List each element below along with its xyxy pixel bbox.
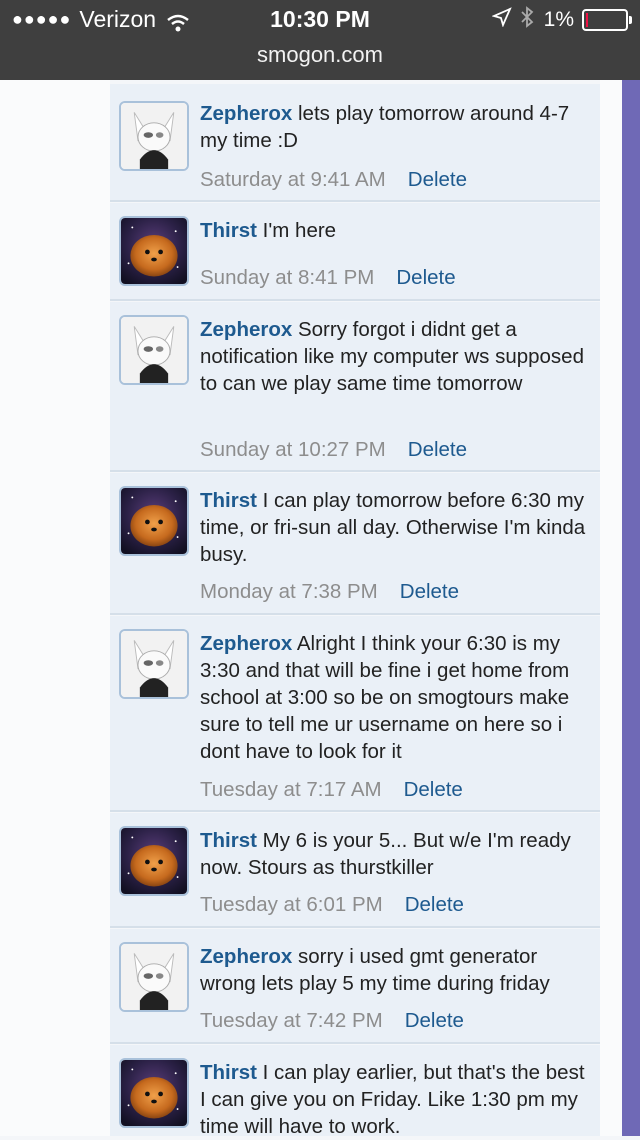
carrier-group: ●●●●● Verizon xyxy=(12,6,190,33)
post-time: Tuesday at 7:17 AM xyxy=(200,778,382,801)
post-time: Monday at 7:38 PM xyxy=(200,580,378,603)
post-meta: Saturday at 9:41 AM Delete xyxy=(200,168,467,192)
username-link[interactable]: Zepherox xyxy=(200,632,292,655)
post-time: Tuesday at 7:42 PM xyxy=(200,1009,383,1032)
post-meta: Tuesday at 7:17 AM Delete xyxy=(200,778,463,802)
page-margin-right xyxy=(600,80,622,1136)
battery-icon xyxy=(582,9,632,31)
wifi-icon xyxy=(166,11,190,31)
username-link[interactable]: Zepherox xyxy=(200,945,292,968)
profile-post: Thirst I can play earlier, but that's th… xyxy=(110,1045,600,1138)
profile-post: Zepherox sorry i used gmt generator wron… xyxy=(110,929,600,1044)
status-bar: ●●●●● Verizon 10:30 PM 1% smogon.com xyxy=(0,0,640,80)
username-link[interactable]: Thirst xyxy=(200,1061,257,1084)
post-time: Sunday at 10:27 PM xyxy=(200,438,386,461)
post-meta: Sunday at 10:27 PM Delete xyxy=(200,438,467,462)
delete-link[interactable]: Delete xyxy=(408,438,467,461)
delete-link[interactable]: Delete xyxy=(404,778,463,801)
location-arrow-icon xyxy=(490,7,512,33)
post-body: Zepherox Sorry forgot i didnt get a noti… xyxy=(200,316,595,397)
username-link[interactable]: Thirst xyxy=(200,489,257,512)
post-body: Thirst I'm here xyxy=(200,217,595,244)
post-time: Saturday at 9:41 AM xyxy=(200,168,386,191)
delete-link[interactable]: Delete xyxy=(408,168,467,191)
profile-post: Zepherox Alright I think your 6:30 is my… xyxy=(110,616,600,812)
cat-avatar-icon[interactable] xyxy=(119,315,189,385)
delete-link[interactable]: Delete xyxy=(405,893,464,916)
delete-link[interactable]: Delete xyxy=(396,266,455,289)
battery-percent: 1% xyxy=(543,8,574,31)
post-text: I'm here xyxy=(262,219,337,242)
bluetooth-icon xyxy=(520,6,534,34)
cat-avatar-icon[interactable] xyxy=(119,942,189,1012)
dog-avatar-icon[interactable] xyxy=(119,216,189,286)
dog-avatar-icon[interactable] xyxy=(119,1058,189,1128)
post-time: Tuesday at 6:01 PM xyxy=(200,893,383,916)
post-time: Sunday at 8:41 PM xyxy=(200,266,375,289)
cat-avatar-icon[interactable] xyxy=(119,629,189,699)
username-link[interactable]: Thirst xyxy=(200,219,257,242)
post-meta: Monday at 7:38 PM Delete xyxy=(200,580,459,604)
profile-post: Thirst I can play tomorrow before 6:30 m… xyxy=(110,473,600,615)
post-body: Thirst My 6 is your 5... But w/e I'm rea… xyxy=(200,827,595,881)
page-margin-left xyxy=(0,80,110,1136)
dog-avatar-icon[interactable] xyxy=(119,486,189,556)
username-link[interactable]: Zepherox xyxy=(200,318,292,341)
delete-link[interactable]: Delete xyxy=(405,1009,464,1032)
post-meta: Sunday at 8:41 PM Delete xyxy=(200,266,456,290)
post-text: I can play tomorrow before 6:30 my time,… xyxy=(200,489,586,566)
profile-post: Zepherox lets play tomorrow around 4-7 m… xyxy=(110,84,600,202)
cat-avatar-icon[interactable] xyxy=(119,101,189,171)
profile-post: Thirst I'm here Sunday at 8:41 PM Delete xyxy=(110,203,600,301)
carrier-label: Verizon xyxy=(79,6,157,32)
signal-dots-icon: ●●●●● xyxy=(12,9,72,29)
status-right: 1% xyxy=(490,6,632,34)
post-meta: Tuesday at 7:42 PM Delete xyxy=(200,1009,464,1033)
delete-link[interactable]: Delete xyxy=(400,580,459,603)
post-meta: Tuesday at 6:01 PM Delete xyxy=(200,893,464,917)
post-body: Thirst I can play earlier, but that's th… xyxy=(200,1059,595,1140)
post-text: I can play earlier, but that's the best … xyxy=(200,1061,585,1138)
profile-post: Thirst My 6 is your 5... But w/e I'm rea… xyxy=(110,813,600,928)
url-bar[interactable]: smogon.com xyxy=(0,42,640,68)
post-body: Zepherox Alright I think your 6:30 is my… xyxy=(200,630,595,765)
post-body: Zepherox lets play tomorrow around 4-7 m… xyxy=(200,100,595,154)
username-link[interactable]: Thirst xyxy=(200,829,257,852)
dog-avatar-icon[interactable] xyxy=(119,826,189,896)
profile-post: Zepherox Sorry forgot i didnt get a noti… xyxy=(110,302,600,472)
post-body: Thirst I can play tomorrow before 6:30 m… xyxy=(200,487,595,568)
username-link[interactable]: Zepherox xyxy=(200,102,292,125)
post-body: Zepherox sorry i used gmt generator wron… xyxy=(200,943,595,997)
scrollbar[interactable] xyxy=(622,80,640,1136)
